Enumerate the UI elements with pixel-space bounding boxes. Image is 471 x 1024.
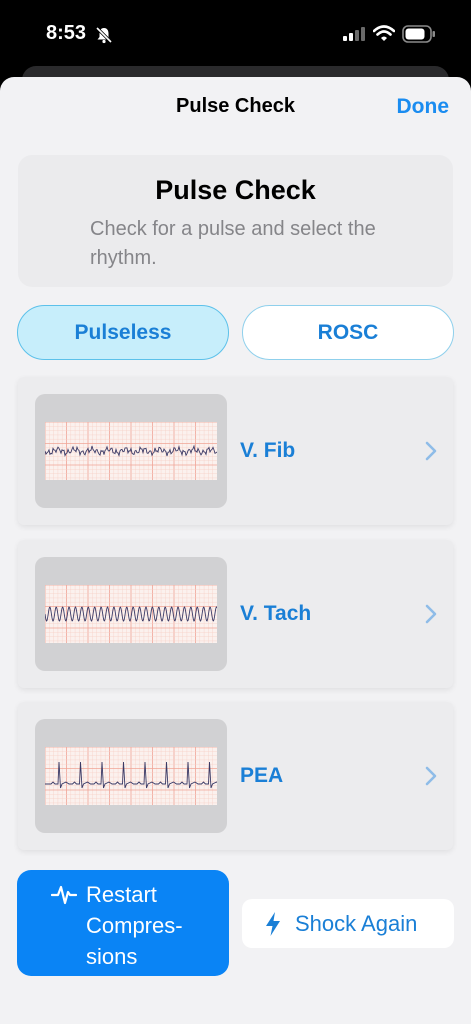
vfib-ecg-strip	[45, 422, 217, 480]
pulse-check-sheet: Pulse Check Done Pulse Check Check for a…	[0, 77, 471, 1024]
wifi-icon	[373, 25, 395, 41]
ecg-thumbnail-frame	[35, 394, 227, 508]
ecg-thumbnail-frame	[35, 719, 227, 833]
rosc-button[interactable]: ROSC	[242, 305, 454, 360]
rhythm-option-pea[interactable]: PEA	[18, 702, 453, 850]
rhythm-option-vtach[interactable]: V. Tach	[18, 540, 453, 688]
rhythm-label-pea: PEA	[240, 764, 284, 787]
rhythm-option-vfib[interactable]: V. Fib	[18, 377, 453, 525]
battery-icon	[402, 25, 435, 43]
cellular-signal-icon	[343, 27, 365, 41]
restart-compressions-button[interactable]: Restart Compres-sions	[17, 870, 229, 976]
shock-again-button[interactable]: Shock Again	[242, 899, 454, 948]
bell-slash-icon	[95, 26, 113, 44]
pea-ecg-strip	[45, 747, 217, 805]
bottom-action-bar: Restart Compres-sions Shock Again	[0, 858, 471, 1024]
rhythm-label-vtach: V. Tach	[240, 602, 312, 625]
chevron-right-icon	[425, 604, 437, 624]
chevron-right-icon	[425, 441, 437, 461]
status-time: 8:53	[46, 22, 87, 44]
status-bar: 8:53	[0, 0, 471, 70]
restart-compressions-label: Restart Compres-sions	[86, 882, 183, 969]
rhythm-label-vfib: V. Fib	[240, 439, 296, 462]
vtach-ecg-strip	[45, 585, 217, 643]
pulseless-button[interactable]: Pulseless	[17, 305, 229, 360]
ecg-thumbnail-frame	[35, 557, 227, 671]
heartbeat-pulse-icon	[51, 885, 77, 905]
shock-again-label: Shock Again	[295, 910, 418, 936]
info-description: Check for a pulse and select the rhythm.	[90, 218, 376, 269]
info-card: Pulse Check Check for a pulse and select…	[18, 155, 453, 287]
lightning-bolt-icon	[266, 912, 280, 936]
done-button[interactable]: Done	[397, 95, 450, 119]
chevron-right-icon	[425, 766, 437, 786]
info-title: Pulse Check	[155, 175, 316, 205]
